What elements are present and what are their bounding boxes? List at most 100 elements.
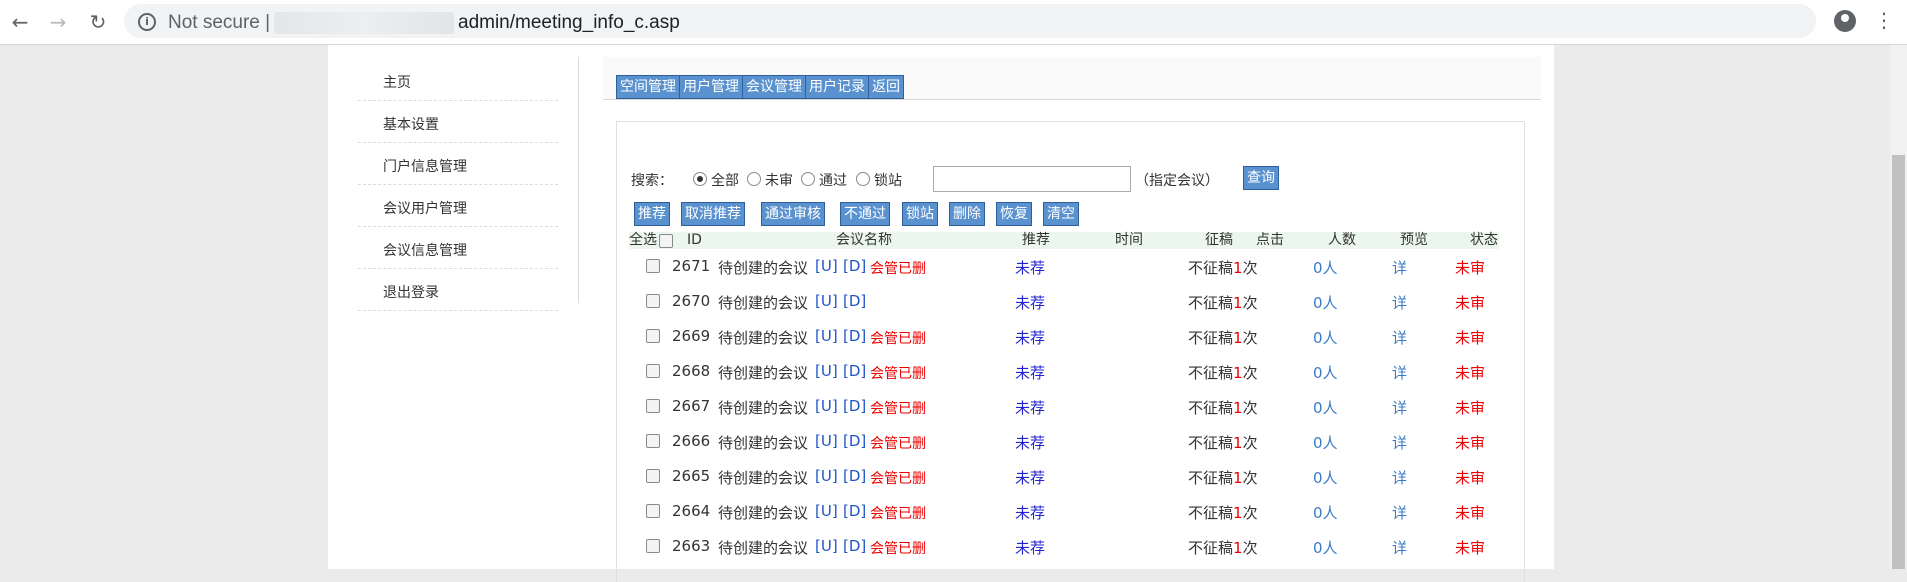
row-delete-link[interactable]: [D] bbox=[843, 537, 866, 555]
row-checkbox[interactable] bbox=[646, 329, 660, 343]
row-checkbox[interactable] bbox=[646, 539, 660, 553]
row-preview-link[interactable]: 详 bbox=[1392, 502, 1407, 523]
page-scrollbar[interactable] bbox=[1890, 45, 1907, 569]
row-people[interactable]: 0人 bbox=[1313, 397, 1338, 418]
sidebar-item-meeting-users[interactable]: 会议用户管理 bbox=[358, 185, 558, 227]
back-arrow-icon[interactable]: ← bbox=[8, 10, 32, 34]
row-meeting-name[interactable]: 待创建的会议 bbox=[718, 502, 808, 523]
row-meeting-name[interactable]: 待创建的会议 bbox=[718, 467, 808, 488]
user-records-button[interactable]: 用户记录 bbox=[805, 75, 869, 99]
profile-icon[interactable] bbox=[1834, 10, 1856, 32]
approve-button[interactable]: 通过审核 bbox=[761, 202, 825, 226]
row-preview-link[interactable]: 详 bbox=[1392, 292, 1407, 313]
row-user-link[interactable]: [U] bbox=[815, 432, 838, 450]
row-recommend[interactable]: 未荐 bbox=[1015, 432, 1045, 453]
filter-approved-radio[interactable] bbox=[801, 172, 815, 186]
delete-button[interactable]: 删除 bbox=[949, 202, 985, 226]
sidebar-item-home[interactable]: 主页 bbox=[358, 59, 558, 101]
row-delete-link[interactable]: [D] bbox=[843, 257, 866, 275]
row-meeting-name[interactable]: 待创建的会议 bbox=[718, 292, 808, 313]
row-meeting-name[interactable]: 待创建的会议 bbox=[718, 362, 808, 383]
sidebar-item-logout[interactable]: 退出登录 bbox=[358, 269, 558, 311]
row-people[interactable]: 0人 bbox=[1313, 537, 1338, 558]
row-user-link[interactable]: [U] bbox=[815, 362, 838, 380]
row-meeting-name[interactable]: 待创建的会议 bbox=[718, 257, 808, 278]
recommend-button[interactable]: 推荐 bbox=[634, 202, 670, 226]
row-recommend[interactable]: 未荐 bbox=[1015, 257, 1045, 278]
row-preview-link[interactable]: 详 bbox=[1392, 327, 1407, 348]
restore-button[interactable]: 恢复 bbox=[996, 202, 1032, 226]
back-button[interactable]: 返回 bbox=[868, 75, 904, 99]
row-checkbox[interactable] bbox=[646, 294, 660, 308]
query-button[interactable]: 查询 bbox=[1243, 166, 1279, 190]
clear-button[interactable]: 清空 bbox=[1043, 202, 1079, 226]
forward-arrow-icon[interactable]: → bbox=[46, 10, 70, 34]
row-preview-link[interactable]: 详 bbox=[1392, 397, 1407, 418]
row-people[interactable]: 0人 bbox=[1313, 502, 1338, 523]
row-checkbox[interactable] bbox=[646, 399, 660, 413]
row-preview-link[interactable]: 详 bbox=[1392, 467, 1407, 488]
info-icon[interactable]: i bbox=[138, 13, 156, 31]
row-meeting-name[interactable]: 待创建的会议 bbox=[718, 432, 808, 453]
row-user-link[interactable]: [U] bbox=[815, 537, 838, 555]
row-preview-link[interactable]: 详 bbox=[1392, 257, 1407, 278]
row-note: 会管已删 bbox=[870, 366, 926, 382]
kebab-menu-icon[interactable]: ⋮ bbox=[1874, 8, 1894, 32]
reload-icon[interactable]: ↻ bbox=[86, 10, 110, 34]
row-recommend[interactable]: 未荐 bbox=[1015, 537, 1045, 558]
row-delete-link[interactable]: [D] bbox=[843, 467, 866, 485]
row-delete-link[interactable]: [D] bbox=[843, 397, 866, 415]
scrollbar-thumb[interactable] bbox=[1892, 155, 1905, 569]
row-delete-link[interactable]: [D] bbox=[843, 432, 866, 450]
row-user-link[interactable]: [U] bbox=[815, 292, 838, 310]
row-meeting-name[interactable]: 待创建的会议 bbox=[718, 327, 808, 348]
space-manage-button[interactable]: 空间管理 bbox=[616, 75, 680, 99]
row-people[interactable]: 0人 bbox=[1313, 257, 1338, 278]
row-people[interactable]: 0人 bbox=[1313, 467, 1338, 488]
row-checkbox[interactable] bbox=[646, 504, 660, 518]
filter-locked-radio[interactable] bbox=[856, 172, 870, 186]
row-delete-link[interactable]: [D] bbox=[843, 292, 866, 310]
row-delete-link[interactable]: [D] bbox=[843, 362, 866, 380]
row-user-link[interactable]: [U] bbox=[815, 502, 838, 520]
row-checkbox[interactable] bbox=[646, 469, 660, 483]
row-people[interactable]: 0人 bbox=[1313, 362, 1338, 383]
sidebar-item-basic-settings[interactable]: 基本设置 bbox=[358, 101, 558, 143]
row-preview-link[interactable]: 详 bbox=[1392, 432, 1407, 453]
row-user-link[interactable]: [U] bbox=[815, 327, 838, 345]
row-recommend[interactable]: 未荐 bbox=[1015, 327, 1045, 348]
filter-all-radio[interactable] bbox=[693, 172, 707, 186]
user-manage-button[interactable]: 用户管理 bbox=[679, 75, 743, 99]
row-recommend[interactable]: 未荐 bbox=[1015, 292, 1045, 313]
meeting-search-input[interactable] bbox=[933, 166, 1131, 192]
row-preview-link[interactable]: 详 bbox=[1392, 537, 1407, 558]
meeting-manage-button[interactable]: 会议管理 bbox=[742, 75, 806, 99]
row-delete-link[interactable]: [D] bbox=[843, 327, 866, 345]
sidebar-item-portal-info[interactable]: 门户信息管理 bbox=[358, 143, 558, 185]
row-user-link[interactable]: [U] bbox=[815, 467, 838, 485]
row-collect: 不征稿1次 bbox=[1188, 294, 1258, 312]
row-recommend[interactable]: 未荐 bbox=[1015, 397, 1045, 418]
row-people[interactable]: 0人 bbox=[1313, 432, 1338, 453]
row-preview-link[interactable]: 详 bbox=[1392, 362, 1407, 383]
filter-pending-radio[interactable] bbox=[747, 172, 761, 186]
row-user-link[interactable]: [U] bbox=[815, 397, 838, 415]
address-bar[interactable]: i Not secure | admin/meeting_info_c.asp … bbox=[124, 4, 1816, 38]
select-all-checkbox[interactable] bbox=[659, 234, 673, 248]
row-checkbox[interactable] bbox=[646, 434, 660, 448]
row-checkbox[interactable] bbox=[646, 259, 660, 273]
row-meeting-name[interactable]: 待创建的会议 bbox=[718, 537, 808, 558]
row-people[interactable]: 0人 bbox=[1313, 327, 1338, 348]
row-recommend[interactable]: 未荐 bbox=[1015, 362, 1045, 383]
lock-site-button[interactable]: 锁站 bbox=[902, 202, 938, 226]
cancel-recommend-button[interactable]: 取消推荐 bbox=[681, 202, 745, 226]
row-delete-link[interactable]: [D] bbox=[843, 502, 866, 520]
row-recommend[interactable]: 未荐 bbox=[1015, 467, 1045, 488]
row-checkbox[interactable] bbox=[646, 364, 660, 378]
row-meeting-name[interactable]: 待创建的会议 bbox=[718, 397, 808, 418]
reject-button[interactable]: 不通过 bbox=[840, 202, 890, 226]
sidebar-item-meeting-info[interactable]: 会议信息管理 bbox=[358, 227, 558, 269]
row-people[interactable]: 0人 bbox=[1313, 292, 1338, 313]
row-user-link[interactable]: [U] bbox=[815, 257, 838, 275]
row-recommend[interactable]: 未荐 bbox=[1015, 502, 1045, 523]
